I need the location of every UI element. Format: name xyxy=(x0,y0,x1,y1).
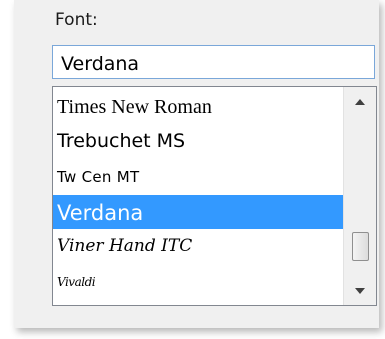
font-list-item-verdana[interactable]: Verdana xyxy=(53,195,343,229)
font-list-item-tw-cen-mt[interactable]: Tw Cen MT xyxy=(53,161,343,195)
font-list-scrollbar[interactable] xyxy=(343,87,376,305)
font-list-item-viner-hand-itc[interactable]: Viner Hand ITC xyxy=(53,231,343,265)
scroll-down-arrow-icon[interactable] xyxy=(344,279,376,303)
font-label: Font: xyxy=(55,10,98,30)
font-list-item-vivaldi[interactable]: Vivaldi xyxy=(53,263,343,297)
font-list-item-times-new-roman[interactable]: Times New Roman xyxy=(53,89,343,123)
font-list[interactable]: Times New Roman Trebuchet MS Tw Cen MT V… xyxy=(52,86,377,306)
font-name-input[interactable] xyxy=(52,45,375,79)
scroll-up-arrow-icon[interactable] xyxy=(344,89,376,113)
font-list-items: Times New Roman Trebuchet MS Tw Cen MT V… xyxy=(53,87,343,305)
font-selector-panel: Font: Times New Roman Trebuchet MS Tw Ce… xyxy=(14,0,379,328)
font-list-item-trebuchet-ms[interactable]: Trebuchet MS xyxy=(53,125,343,159)
scroll-thumb[interactable] xyxy=(352,232,369,261)
